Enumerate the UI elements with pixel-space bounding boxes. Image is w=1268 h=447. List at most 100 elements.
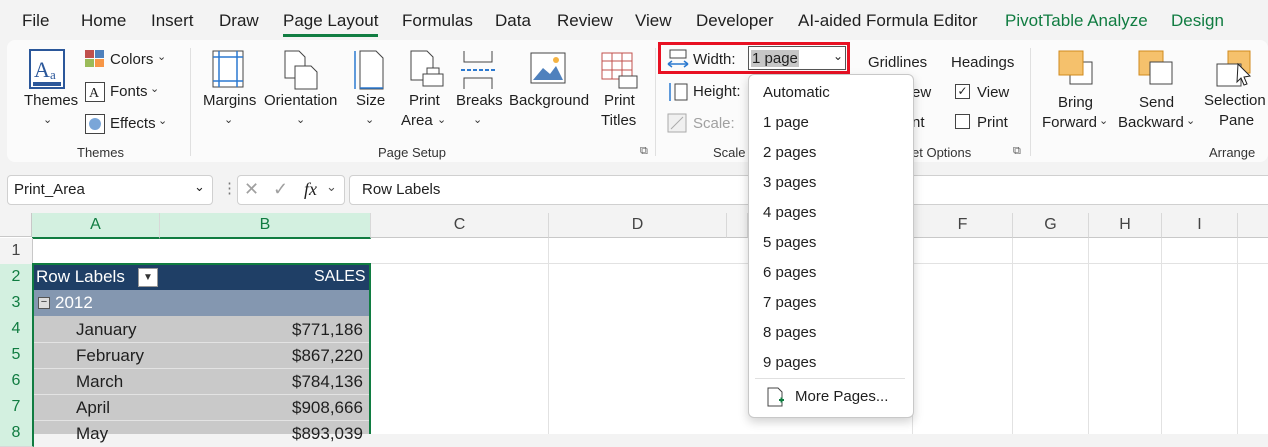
- gridlines-view-label[interactable]: ew: [912, 84, 931, 101]
- scale-icon: [667, 113, 689, 133]
- width-label: Width:: [693, 51, 736, 68]
- colors-icon: [85, 50, 105, 68]
- height-label: Height:: [693, 83, 741, 100]
- themes-button[interactable]: Themes: [24, 92, 78, 109]
- column-header-e[interactable]: [727, 213, 748, 238]
- gridline: [548, 238, 549, 434]
- margins-button[interactable]: Margins: [203, 92, 256, 109]
- print-titles-button-line2[interactable]: Titles: [601, 112, 636, 129]
- selection-outline: [32, 263, 371, 434]
- column-header-a[interactable]: A: [32, 213, 160, 239]
- selection-pane-button-line2[interactable]: Pane: [1219, 112, 1254, 129]
- dropdown-item-automatic[interactable]: Automatic: [763, 84, 830, 101]
- tab-developer[interactable]: Developer: [696, 11, 774, 31]
- more-options-icon[interactable]: ⋮: [222, 179, 237, 197]
- formula-controls: ✕ ✓ fx ⌄: [237, 175, 345, 205]
- effects-button[interactable]: Effects: [110, 115, 156, 132]
- chevron-down-icon: ⌄: [1099, 115, 1109, 127]
- sheet-options-group-label: et Options: [912, 145, 972, 160]
- fonts-button[interactable]: Fonts: [110, 83, 148, 100]
- effects-icon: [85, 114, 105, 134]
- headings-print-checkbox[interactable]: [955, 114, 970, 129]
- chevron-down-icon[interactable]: ⌄: [326, 179, 337, 195]
- chevron-down-icon[interactable]: ⌄: [833, 49, 843, 63]
- dropdown-item-8-pages[interactable]: 8 pages: [763, 324, 816, 341]
- send-backward-button-line1[interactable]: Send: [1139, 94, 1174, 111]
- column-header-g[interactable]: G: [1013, 213, 1089, 238]
- chevron-down-icon: ⌄: [473, 114, 483, 126]
- width-select[interactable]: 1 page ⌄: [748, 46, 846, 70]
- tab-home[interactable]: Home: [81, 11, 126, 31]
- tab-data[interactable]: Data: [495, 11, 531, 31]
- dropdown-item-3-pages[interactable]: 3 pages: [763, 174, 816, 191]
- tab-formulas[interactable]: Formulas: [402, 11, 473, 31]
- tab-ai-formula-editor[interactable]: AI-aided Formula Editor: [798, 11, 978, 31]
- tab-page-layout[interactable]: Page Layout: [283, 11, 378, 31]
- dropdown-item-1-page[interactable]: 1 page: [763, 114, 809, 131]
- orientation-button[interactable]: Orientation: [264, 92, 337, 109]
- enter-icon[interactable]: ✓: [273, 179, 288, 200]
- headings-print-label: Print: [977, 114, 1008, 131]
- row-header-1[interactable]: 1: [0, 238, 33, 265]
- selection-pane-button-line1[interactable]: Selection: [1204, 92, 1266, 109]
- chevron-down-icon: ⌄: [296, 114, 306, 126]
- send-backward-button-line2[interactable]: Backward: [1118, 114, 1184, 131]
- background-button[interactable]: Background: [509, 92, 589, 109]
- column-header-b[interactable]: B: [160, 213, 371, 239]
- scale-label: Scale:: [693, 115, 735, 132]
- row-header-2[interactable]: 2: [0, 264, 34, 291]
- name-box-value: Print_Area: [14, 181, 85, 198]
- group-divider: [1030, 48, 1031, 156]
- name-box[interactable]: Print_Area ⌄: [7, 175, 213, 205]
- bring-forward-button-line1[interactable]: Bring: [1058, 94, 1093, 111]
- chevron-down-icon[interactable]: ⌄: [194, 179, 205, 195]
- active-tab-indicator: [283, 34, 378, 37]
- bring-forward-button-line2[interactable]: Forward: [1042, 114, 1097, 131]
- tab-insert[interactable]: Insert: [151, 11, 194, 31]
- dropdown-item-2-pages[interactable]: 2 pages: [763, 144, 816, 161]
- tab-draw[interactable]: Draw: [219, 11, 259, 31]
- row-header-7[interactable]: 7: [0, 394, 34, 421]
- print-area-button-line2[interactable]: Area: [401, 112, 433, 129]
- tab-review[interactable]: Review: [557, 11, 613, 31]
- more-pages-item[interactable]: More Pages...: [795, 388, 888, 405]
- group-divider: [655, 48, 656, 156]
- dropdown-item-6-pages[interactable]: 6 pages: [763, 264, 816, 281]
- width-icon: [667, 49, 689, 69]
- select-all-corner[interactable]: [0, 213, 32, 237]
- cancel-icon[interactable]: ✕: [244, 179, 259, 200]
- headings-label: Headings: [951, 54, 1015, 71]
- insert-function-button[interactable]: fx: [304, 179, 317, 200]
- themes-group-label: Themes: [77, 145, 124, 160]
- page-setup-launcher-icon[interactable]: ⧉: [640, 145, 648, 158]
- column-header-f[interactable]: F: [913, 213, 1013, 238]
- chevron-down-icon: ⌄: [224, 114, 234, 126]
- size-button[interactable]: Size: [356, 92, 385, 109]
- sheet-options-launcher-icon[interactable]: ⧉: [1013, 145, 1021, 158]
- tab-pivottable-analyze[interactable]: PivotTable Analyze: [1005, 11, 1148, 31]
- margins-icon: [212, 50, 244, 88]
- tab-view[interactable]: View: [635, 11, 672, 31]
- row-header-3[interactable]: 3: [0, 290, 34, 317]
- group-divider: [190, 48, 191, 156]
- dropdown-item-7-pages[interactable]: 7 pages: [763, 294, 816, 311]
- print-area-button-line1[interactable]: Print: [409, 92, 440, 109]
- print-titles-button-line1[interactable]: Print: [604, 92, 635, 109]
- colors-button[interactable]: Colors: [110, 51, 153, 68]
- column-header-h[interactable]: H: [1089, 213, 1162, 238]
- row-header-4[interactable]: 4: [0, 316, 34, 343]
- dropdown-item-5-pages[interactable]: 5 pages: [763, 234, 816, 251]
- column-header-c[interactable]: C: [371, 213, 549, 238]
- row-header-6[interactable]: 6: [0, 368, 34, 395]
- column-header-j[interactable]: [1238, 213, 1268, 238]
- headings-view-label: View: [977, 84, 1010, 101]
- row-header-5[interactable]: 5: [0, 342, 34, 369]
- breaks-button[interactable]: Breaks: [456, 92, 503, 109]
- dropdown-item-9-pages[interactable]: 9 pages: [763, 354, 816, 371]
- column-header-d[interactable]: D: [549, 213, 727, 238]
- column-header-i[interactable]: I: [1162, 213, 1238, 238]
- headings-view-checkbox[interactable]: ✓: [955, 84, 970, 99]
- dropdown-item-4-pages[interactable]: 4 pages: [763, 204, 816, 221]
- tab-design[interactable]: Design: [1171, 11, 1224, 31]
- tab-file[interactable]: File: [22, 11, 49, 31]
